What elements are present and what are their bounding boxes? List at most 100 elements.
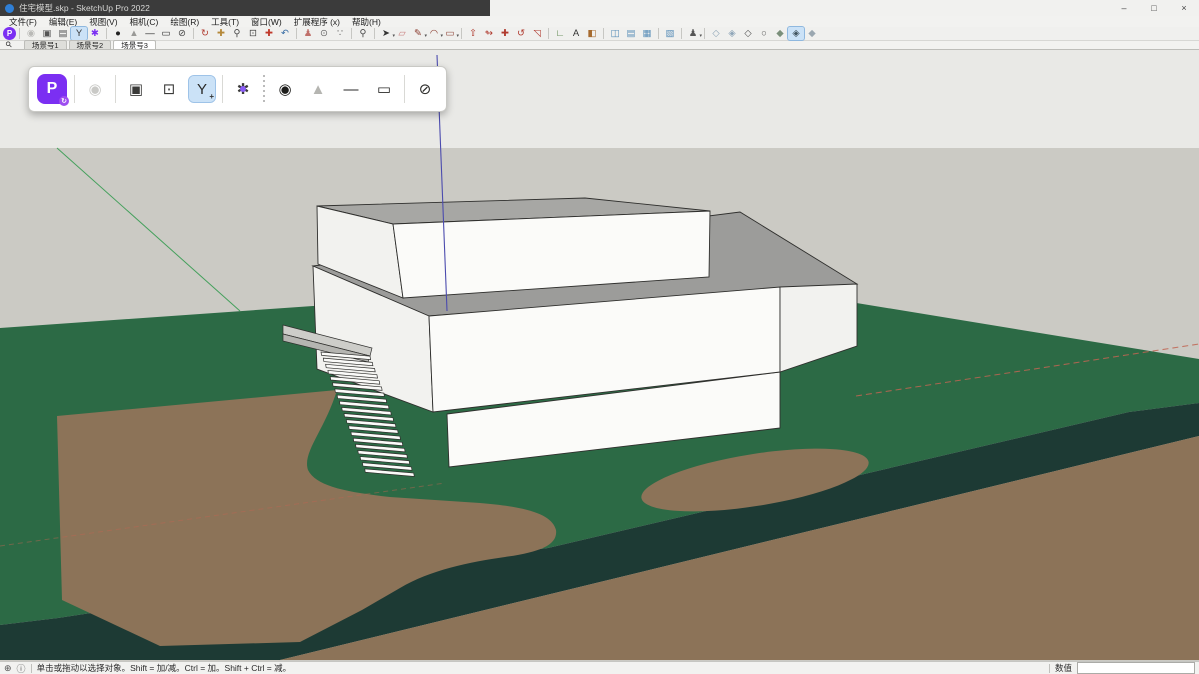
scene-tab-2[interactable]: 场景号2: [69, 40, 112, 49]
minimize-button[interactable]: –: [1109, 0, 1139, 16]
section-plane-icon[interactable]: ◫: [607, 27, 623, 40]
scene-tab-1[interactable]: 场景号1: [24, 40, 67, 49]
spot-light-icon[interactable]: ▲: [126, 27, 142, 40]
separator: [296, 28, 297, 39]
paint-bucket-icon[interactable]: ◧: [584, 27, 600, 40]
main-toolbar: P◉▣▤Y✱●▲—▭⊘↻✚⚲⊡✚↶♟⊙∵⚲➤▾▱✎▾◠▾▭▾⇧↬✚↺◹∟A◧◫▤…: [0, 27, 1199, 41]
menu-item-4[interactable]: 绘图(R): [165, 16, 204, 28]
line-light-icon[interactable]: —: [338, 76, 364, 102]
menu-item-5[interactable]: 工具(T): [206, 16, 244, 28]
eraser-icon[interactable]: ▱: [394, 27, 410, 40]
sketchup-window: 住宅模型.skp - SketchUp Pro 2022 –□× 文件(F)编辑…: [0, 0, 1199, 674]
section-display-icon[interactable]: ▤: [623, 27, 639, 40]
zoom-tool-icon[interactable]: ⚲: [355, 27, 371, 40]
separator: [681, 28, 682, 39]
render-plugin-toolbar: P↻ ◉ ▣ ⊡ Y+ ✱ ◉ ▲ — ▭ ⊘: [28, 66, 447, 112]
maximize-button[interactable]: □: [1139, 0, 1169, 16]
rect-light-icon[interactable]: ▭: [158, 27, 174, 40]
render-settings-icon[interactable]: ✱: [87, 27, 103, 40]
previous-view-icon[interactable]: ↶: [277, 27, 293, 40]
add-light-icon[interactable]: Y+: [189, 76, 215, 102]
separator: [704, 28, 705, 39]
style-shaded-textures-icon[interactable]: ◈: [788, 27, 804, 40]
face-me-component-icon[interactable]: ♟▾: [685, 27, 701, 40]
geolocation-icon[interactable]: ⊕: [4, 663, 12, 674]
menu-item-3[interactable]: 相机(C): [125, 16, 164, 28]
d5-logo-icon[interactable]: P↻: [37, 74, 67, 104]
look-around-icon[interactable]: ⊙: [316, 27, 332, 40]
hide-lights-icon[interactable]: ⊘: [412, 76, 438, 102]
rotate-icon[interactable]: ↺: [513, 27, 529, 40]
rectangle-tool-icon[interactable]: ▭▾: [442, 27, 458, 40]
measurements-input[interactable]: [1077, 662, 1195, 674]
scale-icon[interactable]: ◹: [529, 27, 545, 40]
follow-me-icon[interactable]: ↬: [481, 27, 497, 40]
style-hidden-line-icon[interactable]: ○: [756, 27, 772, 40]
spot-light-icon[interactable]: ▲: [305, 76, 331, 102]
pan-icon[interactable]: ✚: [213, 27, 229, 40]
window-title: 住宅模型.skp - SketchUp Pro 2022: [19, 2, 150, 14]
magnifier-icon[interactable]: ⚲: [4, 39, 15, 50]
position-camera-icon[interactable]: ♟: [300, 27, 316, 40]
point-light-icon[interactable]: ◉: [272, 76, 298, 102]
style-monochrome-icon[interactable]: ◆: [804, 27, 820, 40]
d5-render-logo-icon[interactable]: P: [3, 27, 16, 40]
section-fill-icon[interactable]: ▧: [662, 27, 678, 40]
zoom-window-icon[interactable]: ⊡: [245, 27, 261, 40]
rect-light-icon[interactable]: ▭: [371, 76, 397, 102]
status-separator: [31, 664, 32, 673]
separator: [193, 28, 194, 39]
hide-lights-icon[interactable]: ⊘: [174, 27, 190, 40]
separator: [603, 28, 604, 39]
separator: [351, 28, 352, 39]
push-pull-icon[interactable]: ⇧: [465, 27, 481, 40]
render-video-icon[interactable]: ▣: [39, 27, 55, 40]
line-tool-icon[interactable]: ✎▾: [410, 27, 426, 40]
menu-item-1[interactable]: 编辑(E): [44, 16, 82, 28]
line-light-icon[interactable]: —: [142, 27, 158, 40]
title-bar-left: 住宅模型.skp - SketchUp Pro 2022: [0, 0, 490, 16]
zoom-extents-icon[interactable]: ✚: [261, 27, 277, 40]
point-light-icon[interactable]: ●: [110, 27, 126, 40]
window-controls: –□×: [1109, 0, 1199, 16]
model-viewport[interactable]: P↻ ◉ ▣ ⊡ Y+ ✱ ◉ ▲ — ▭ ⊘: [0, 50, 1199, 661]
separator: [115, 75, 116, 103]
section-cuts-icon[interactable]: ▦: [639, 27, 655, 40]
separator: [374, 28, 375, 39]
style-shaded-icon[interactable]: ◆: [772, 27, 788, 40]
zoom-icon[interactable]: ⚲: [229, 27, 245, 40]
style-wireframe-icon[interactable]: ◇: [740, 27, 756, 40]
menu-item-7[interactable]: 扩展程序 (x): [289, 16, 345, 28]
menu-item-0[interactable]: 文件(F): [4, 16, 42, 28]
help-icon[interactable]: ⓘ: [17, 662, 26, 674]
menu-bar: 文件(F)编辑(E)视图(V)相机(C)绘图(R)工具(T)窗口(W)扩展程序 …: [0, 16, 1199, 27]
render-photo-icon[interactable]: ▤: [55, 27, 71, 40]
model-scene: [0, 50, 1199, 661]
live-sync-icon[interactable]: ◉: [23, 27, 39, 40]
render-image-icon[interactable]: ⊡: [156, 76, 182, 102]
scene-tabs-bar: ⚲ 场景号1场景号2场景号3: [0, 41, 1199, 50]
separator: [106, 28, 107, 39]
close-button[interactable]: ×: [1169, 0, 1199, 16]
render-settings-icon[interactable]: ✱: [230, 76, 256, 102]
separator: [548, 28, 549, 39]
arc-tool-icon[interactable]: ◠▾: [426, 27, 442, 40]
tape-measure-icon[interactable]: ∟: [552, 27, 568, 40]
render-video-icon[interactable]: ▣: [123, 76, 149, 102]
style-back-edges-icon[interactable]: ◈: [724, 27, 740, 40]
live-sync-icon[interactable]: ◉: [82, 76, 108, 102]
walk-icon[interactable]: ∵: [332, 27, 348, 40]
select-icon[interactable]: ➤▾: [378, 27, 394, 40]
separator: [263, 75, 265, 103]
style-xray-icon[interactable]: ◇: [708, 27, 724, 40]
text-label-icon[interactable]: A: [568, 27, 584, 40]
move-icon[interactable]: ✚: [497, 27, 513, 40]
measurements-label: 数值: [1055, 662, 1072, 674]
scene-tab-3[interactable]: 场景号3: [113, 40, 156, 49]
menu-item-8[interactable]: 帮助(H): [347, 16, 386, 28]
title-bar: 住宅模型.skp - SketchUp Pro 2022 –□×: [0, 0, 1199, 16]
add-light-icon[interactable]: Y: [71, 27, 87, 40]
menu-item-6[interactable]: 窗口(W): [246, 16, 287, 28]
menu-item-2[interactable]: 视图(V): [84, 16, 122, 28]
orbit-icon[interactable]: ↻: [197, 27, 213, 40]
